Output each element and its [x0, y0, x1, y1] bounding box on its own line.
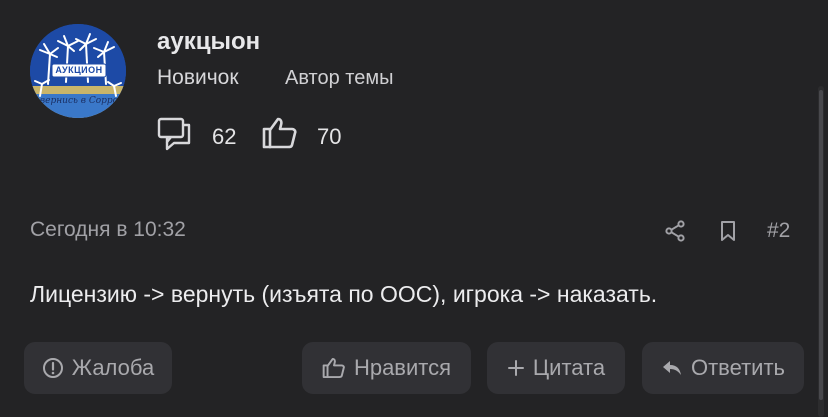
alert-circle-icon — [42, 358, 63, 378]
likes-count: 70 — [317, 124, 342, 149]
topic-author-badge: Автор темы — [285, 67, 394, 89]
likes-icon — [262, 117, 297, 149]
messages-count: 62 — [212, 124, 237, 149]
author-name[interactable]: аукцыон — [157, 28, 260, 56]
messages-icon — [157, 117, 191, 151]
avatar[interactable]: АУКЦИОН вернись в Сорро — [30, 24, 126, 118]
post-content: Лицензию -> вернуть (изъята по ООС), игр… — [30, 281, 658, 307]
quote-button-label: Цитата — [532, 355, 606, 380]
reply-arrow-icon — [662, 361, 681, 375]
scrollbar-thumb[interactable] — [819, 90, 823, 400]
author-role: Новичок — [157, 66, 239, 89]
like-button[interactable]: Нравится — [302, 342, 471, 394]
bookmark-icon[interactable] — [719, 220, 737, 242]
like-button-label: Нравится — [353, 355, 452, 380]
thumbs-up-icon — [322, 357, 345, 379]
share-icon[interactable] — [664, 220, 686, 242]
reply-button[interactable]: Ответить — [642, 342, 804, 394]
reply-button-label: Ответить — [690, 355, 786, 380]
quote-button[interactable]: Цитата — [487, 342, 625, 394]
avatar-logo-text: АУКЦИОН — [55, 65, 103, 75]
avatar-script-text: вернись в Сорро — [39, 96, 119, 106]
plus-icon — [507, 360, 524, 376]
report-button[interactable]: Жалоба — [24, 342, 172, 394]
report-button-label: Жалоба — [71, 355, 155, 380]
post-number[interactable]: #2 — [767, 219, 790, 243]
post-date[interactable]: Сегодня в 10:32 — [30, 218, 186, 242]
